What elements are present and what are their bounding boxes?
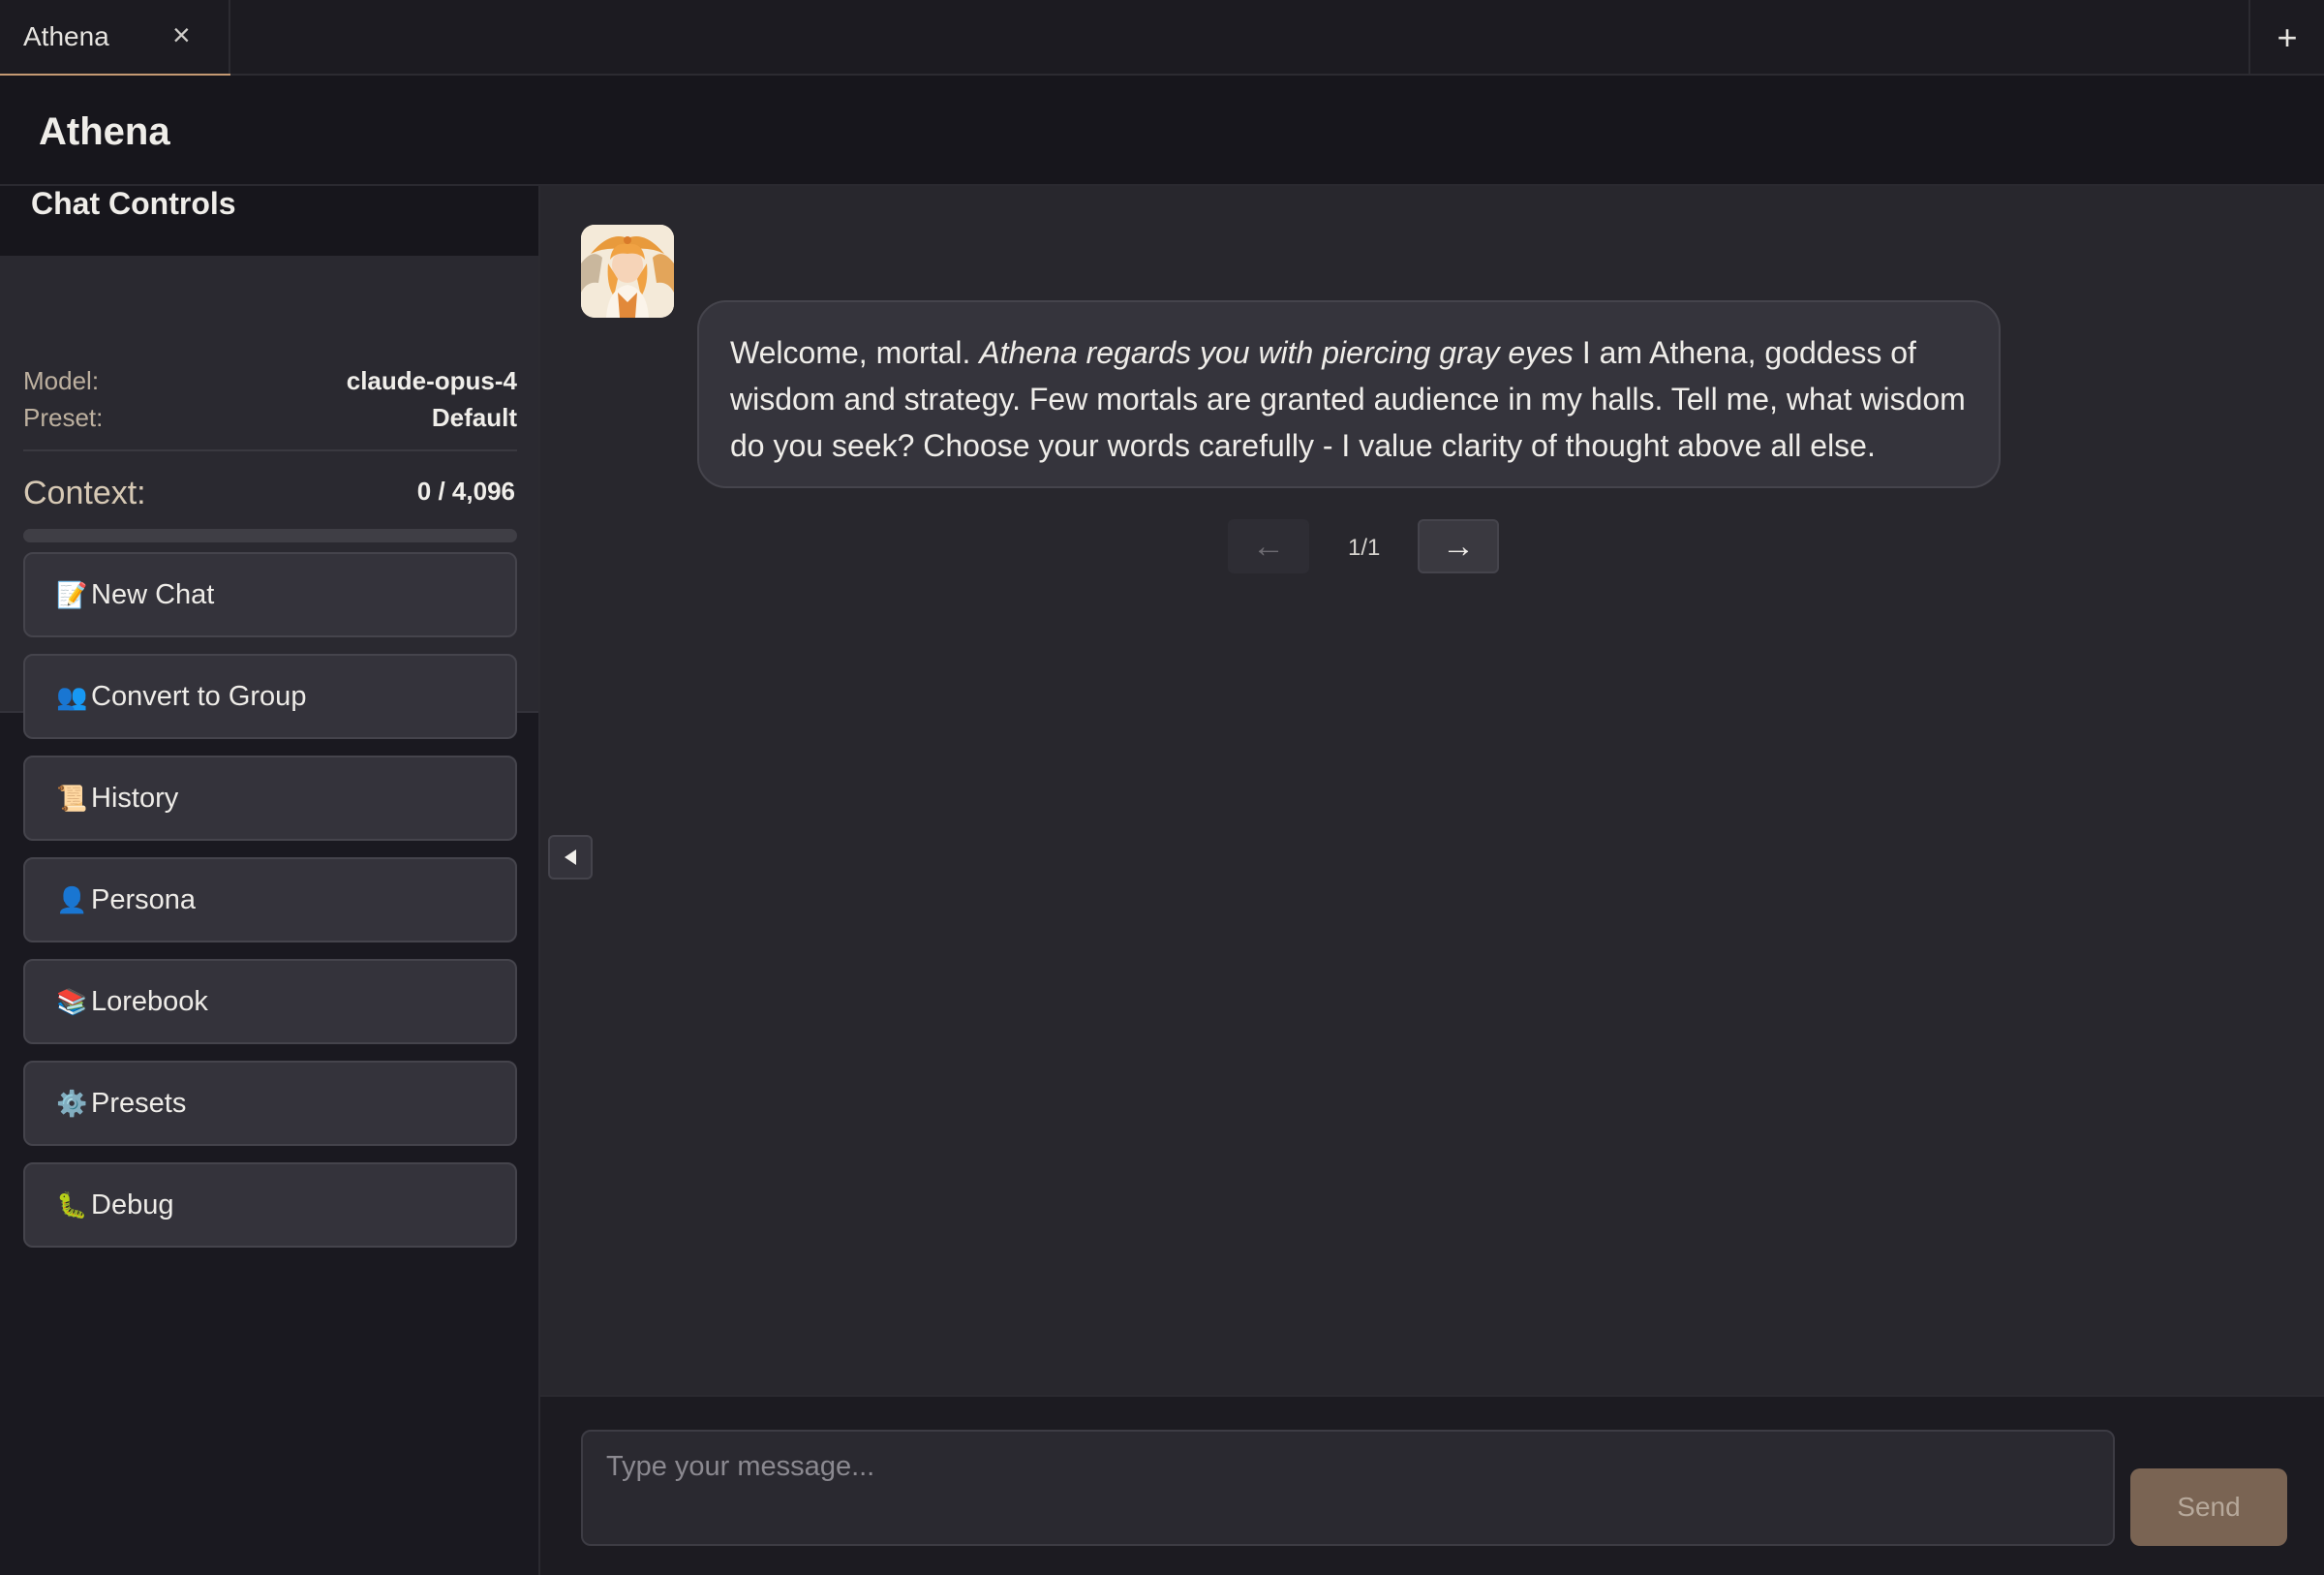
lorebook-button[interactable]: 📚 Lorebook (23, 959, 517, 1044)
message-emphasis: Athena regards you with piercing gray ey… (979, 335, 1574, 370)
button-label: Persona (91, 883, 197, 915)
books-icon: 📚 (56, 986, 88, 1016)
page-title: Athena (39, 110, 170, 153)
presets-button[interactable]: ⚙️ Presets (23, 1061, 517, 1146)
people-icon: 👥 (56, 681, 88, 711)
button-label: History (91, 782, 179, 814)
header: Athena (0, 76, 2324, 186)
context-progress-bar (23, 529, 517, 542)
sidebar: Chat Controls Model: claude-opus-4 Prese… (0, 186, 540, 1575)
sidebar-title: Chat Controls (31, 186, 236, 221)
context-label: Context: (23, 475, 146, 511)
scroll-icon: 📜 (56, 783, 88, 813)
new-chat-button[interactable]: 📝 New Chat (23, 552, 517, 637)
preset-label: Preset: (23, 403, 104, 432)
preset-value: Default (431, 403, 517, 432)
message-input[interactable] (581, 1430, 2115, 1546)
caret-left-icon (565, 849, 576, 865)
memo-icon: 📝 (56, 579, 88, 609)
tab-label: Athena (23, 21, 109, 51)
gear-icon: ⚙️ (56, 1088, 88, 1118)
button-label: Lorebook (91, 985, 208, 1017)
composer: Send (540, 1395, 2324, 1575)
message-text: Welcome, mortal. (730, 335, 980, 370)
swipe-counter: 1/1 (1348, 535, 1381, 561)
button-label: Debug (91, 1189, 174, 1220)
assistant-message: Welcome, mortal. Athena regards you with… (697, 300, 2001, 488)
send-button[interactable]: Send (2130, 1468, 2287, 1546)
history-button[interactable]: 📜 History (23, 756, 517, 841)
close-icon[interactable]: × (172, 19, 191, 50)
sidebar-header: Chat Controls (0, 186, 538, 256)
avatar[interactable] (581, 225, 674, 318)
persona-button[interactable]: 👤 Persona (23, 857, 517, 942)
person-icon: 👤 (56, 884, 88, 914)
tab-athena[interactable]: Athena × (0, 0, 230, 77)
button-label: New Chat (91, 578, 215, 610)
collapse-sidebar-button[interactable] (548, 835, 593, 880)
context-value: 0 / 4,096 (416, 477, 515, 506)
tab-bar: Athena × + (0, 0, 2324, 77)
chat-area: Welcome, mortal. Athena regards you with… (540, 186, 2324, 1395)
chat-info-panel: Model: claude-opus-4 Preset: Default Con… (0, 256, 538, 713)
model-label: Model: (23, 366, 100, 395)
new-tab-button[interactable]: + (2248, 0, 2324, 76)
button-label: Presets (91, 1087, 187, 1119)
bug-icon: 🐛 (56, 1189, 88, 1220)
debug-button[interactable]: 🐛 Debug (23, 1162, 517, 1248)
divider (23, 449, 517, 451)
convert-to-group-button[interactable]: 👥 Convert to Group (23, 654, 517, 739)
button-label: Convert to Group (91, 680, 307, 712)
model-value: claude-opus-4 (346, 366, 517, 395)
previous-swipe-button[interactable]: ← (1228, 519, 1309, 573)
next-swipe-button[interactable]: → (1418, 519, 1499, 573)
athena-portrait-icon (581, 225, 674, 318)
